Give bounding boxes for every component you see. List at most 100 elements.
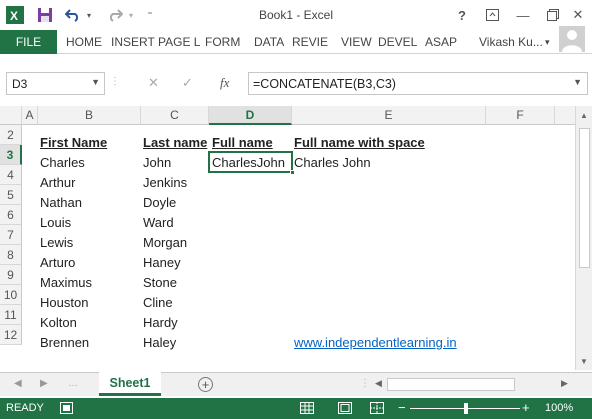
tab-insert[interactable]: INSERT [111, 35, 155, 49]
cell-first-name[interactable]: Louis [36, 213, 71, 233]
cell-first-name[interactable]: Maximus [36, 273, 92, 293]
tab-split-grip-icon[interactable]: ⋮ [360, 378, 370, 389]
column-header-b[interactable]: B [38, 106, 141, 125]
formula-bar: D3 ▼ ⋮ ✕ ✓ fx =CONCATENATE(B3,C3) ▼ [0, 68, 592, 100]
ribbon-display-options-icon[interactable] [484, 6, 500, 24]
cell-first-name[interactable]: Houston [36, 293, 88, 313]
tab-home[interactable]: HOME [66, 35, 102, 49]
scroll-left-icon[interactable]: ◀ [375, 378, 382, 389]
user-dropdown-icon[interactable]: ▾ [545, 37, 550, 48]
help-icon[interactable]: ? [455, 6, 469, 24]
restore-icon[interactable] [545, 6, 561, 24]
cell-last-name[interactable]: Morgan [139, 233, 187, 253]
zoom-slider-thumb[interactable] [464, 403, 468, 414]
tab-formulas[interactable]: FORM [205, 35, 240, 49]
formula-input[interactable]: =CONCATENATE(B3,C3) ▼ [248, 72, 588, 95]
cell-first-name[interactable]: Nathan [36, 193, 82, 213]
tab-data[interactable]: DATA [254, 35, 284, 49]
status-text: READY [6, 402, 44, 414]
cell-first-name[interactable]: Lewis [36, 233, 73, 253]
cell-b2[interactable]: First Name [36, 133, 107, 153]
normal-view-icon[interactable] [300, 402, 314, 417]
name-box[interactable]: D3 ▼ [6, 72, 105, 95]
cell-first-name[interactable]: Kolton [36, 313, 77, 333]
cell-last-name[interactable]: Jenkins [139, 173, 187, 193]
tab-asap[interactable]: ASAP [425, 35, 457, 49]
page-break-preview-icon[interactable] [370, 402, 384, 417]
column-header-d[interactable]: D [209, 106, 292, 125]
cell-last-name[interactable]: John [139, 153, 171, 173]
cell-last-name[interactable]: Doyle [139, 193, 176, 213]
horizontal-scroll-thumb[interactable] [387, 378, 515, 391]
row-header[interactable]: 9 [0, 265, 22, 285]
cancel-icon[interactable]: ✕ [148, 75, 159, 91]
row-header[interactable]: 8 [0, 245, 22, 265]
sheet-tab-sheet1[interactable]: Sheet1 [99, 372, 161, 396]
add-sheet-button[interactable]: + [198, 377, 213, 392]
excel-window: X ▾ ▾ ⁼ Book1 - Excel ? — ✕ FILE HOME IN… [0, 0, 592, 419]
column-header-c[interactable]: C [141, 106, 209, 125]
cell-last-name[interactable]: Haley [139, 333, 176, 353]
scroll-down-icon[interactable]: ▼ [576, 354, 592, 370]
zoom-in-icon[interactable]: + [522, 400, 530, 415]
row-header[interactable]: 4 [0, 165, 22, 185]
select-all-corner[interactable] [0, 106, 22, 125]
column-header-a[interactable]: A [22, 106, 38, 125]
fill-handle[interactable] [290, 170, 295, 175]
cell-last-name[interactable]: Hardy [139, 313, 178, 333]
tab-view[interactable]: VIEW [341, 35, 372, 49]
cell-last-name[interactable]: Haney [139, 253, 181, 273]
cell-d2[interactable]: Full name [208, 133, 273, 153]
cell-first-name[interactable]: Charles [36, 153, 85, 173]
enter-icon[interactable]: ✓ [182, 75, 193, 91]
active-cell-selection [208, 151, 295, 175]
row-header[interactable]: 5 [0, 185, 22, 205]
formula-text: =CONCATENATE(B3,C3) [253, 77, 396, 91]
expand-formula-icon[interactable]: ▼ [573, 77, 582, 87]
ribbon-tabs: FILE HOME INSERT PAGE L FORM DATA REVIE … [0, 26, 592, 54]
cell-last-name[interactable]: Stone [139, 273, 177, 293]
row-header[interactable]: 10 [0, 285, 22, 305]
column-header-f[interactable]: F [486, 106, 555, 125]
row-header[interactable]: 12 [0, 325, 22, 345]
previous-sheet-icon[interactable]: ◀ [14, 378, 22, 389]
formula-actions: ✕ ✓ fx [120, 72, 245, 95]
row-header[interactable]: 7 [0, 225, 22, 245]
close-icon[interactable]: ✕ [570, 6, 586, 24]
avatar[interactable] [559, 26, 585, 52]
user-name[interactable]: Vikash Ku... [479, 35, 543, 49]
row-header[interactable]: 2 [0, 125, 22, 145]
page-layout-view-icon[interactable] [338, 402, 352, 417]
tab-review[interactable]: REVIE [292, 35, 328, 49]
tab-developer[interactable]: DEVEL [378, 35, 417, 49]
cell-last-name[interactable]: Ward [139, 213, 174, 233]
row-header[interactable]: 11 [0, 305, 22, 325]
column-header-e[interactable]: E [292, 106, 486, 125]
worksheet-grid[interactable]: A B C D E F 2 3 4 5 6 7 8 9 10 11 12 Fir… [0, 106, 592, 370]
scroll-right-icon[interactable]: ▶ [561, 378, 568, 389]
cell-last-name[interactable]: Cline [139, 293, 173, 313]
zoom-out-icon[interactable]: − [398, 400, 406, 415]
cell-first-name[interactable]: Arthur [36, 173, 75, 193]
cell-e3[interactable]: Charles John [290, 153, 371, 173]
cell-c2[interactable]: Last name [139, 133, 207, 153]
horizontal-scrollbar[interactable]: ◀ ▶ [373, 377, 573, 392]
macro-record-icon[interactable] [60, 402, 73, 414]
next-sheet-icon[interactable]: ▶ [40, 378, 48, 389]
insert-function-button[interactable]: fx [220, 75, 229, 91]
cell-e2[interactable]: Full name with space [290, 133, 425, 153]
vertical-scroll-thumb[interactable] [579, 128, 590, 268]
cell-first-name[interactable]: Brennen [36, 333, 89, 353]
cell-first-name[interactable]: Arturo [36, 253, 75, 273]
scroll-up-icon[interactable]: ▲ [576, 108, 592, 124]
minimize-icon[interactable]: — [515, 6, 531, 24]
tab-page-layout[interactable]: PAGE L [158, 35, 200, 49]
tab-file[interactable]: FILE [0, 30, 57, 54]
zoom-level[interactable]: 100% [545, 402, 573, 414]
hyperlink-cell-e12[interactable]: www.independentlearning.in [290, 333, 457, 353]
row-header[interactable]: 6 [0, 205, 22, 225]
sheet-nav-more-icon[interactable]: … [68, 378, 78, 389]
row-header[interactable]: 3 [0, 145, 22, 165]
vertical-scrollbar[interactable]: ▲ ▼ [575, 106, 592, 370]
name-box-value: D3 [12, 77, 28, 91]
